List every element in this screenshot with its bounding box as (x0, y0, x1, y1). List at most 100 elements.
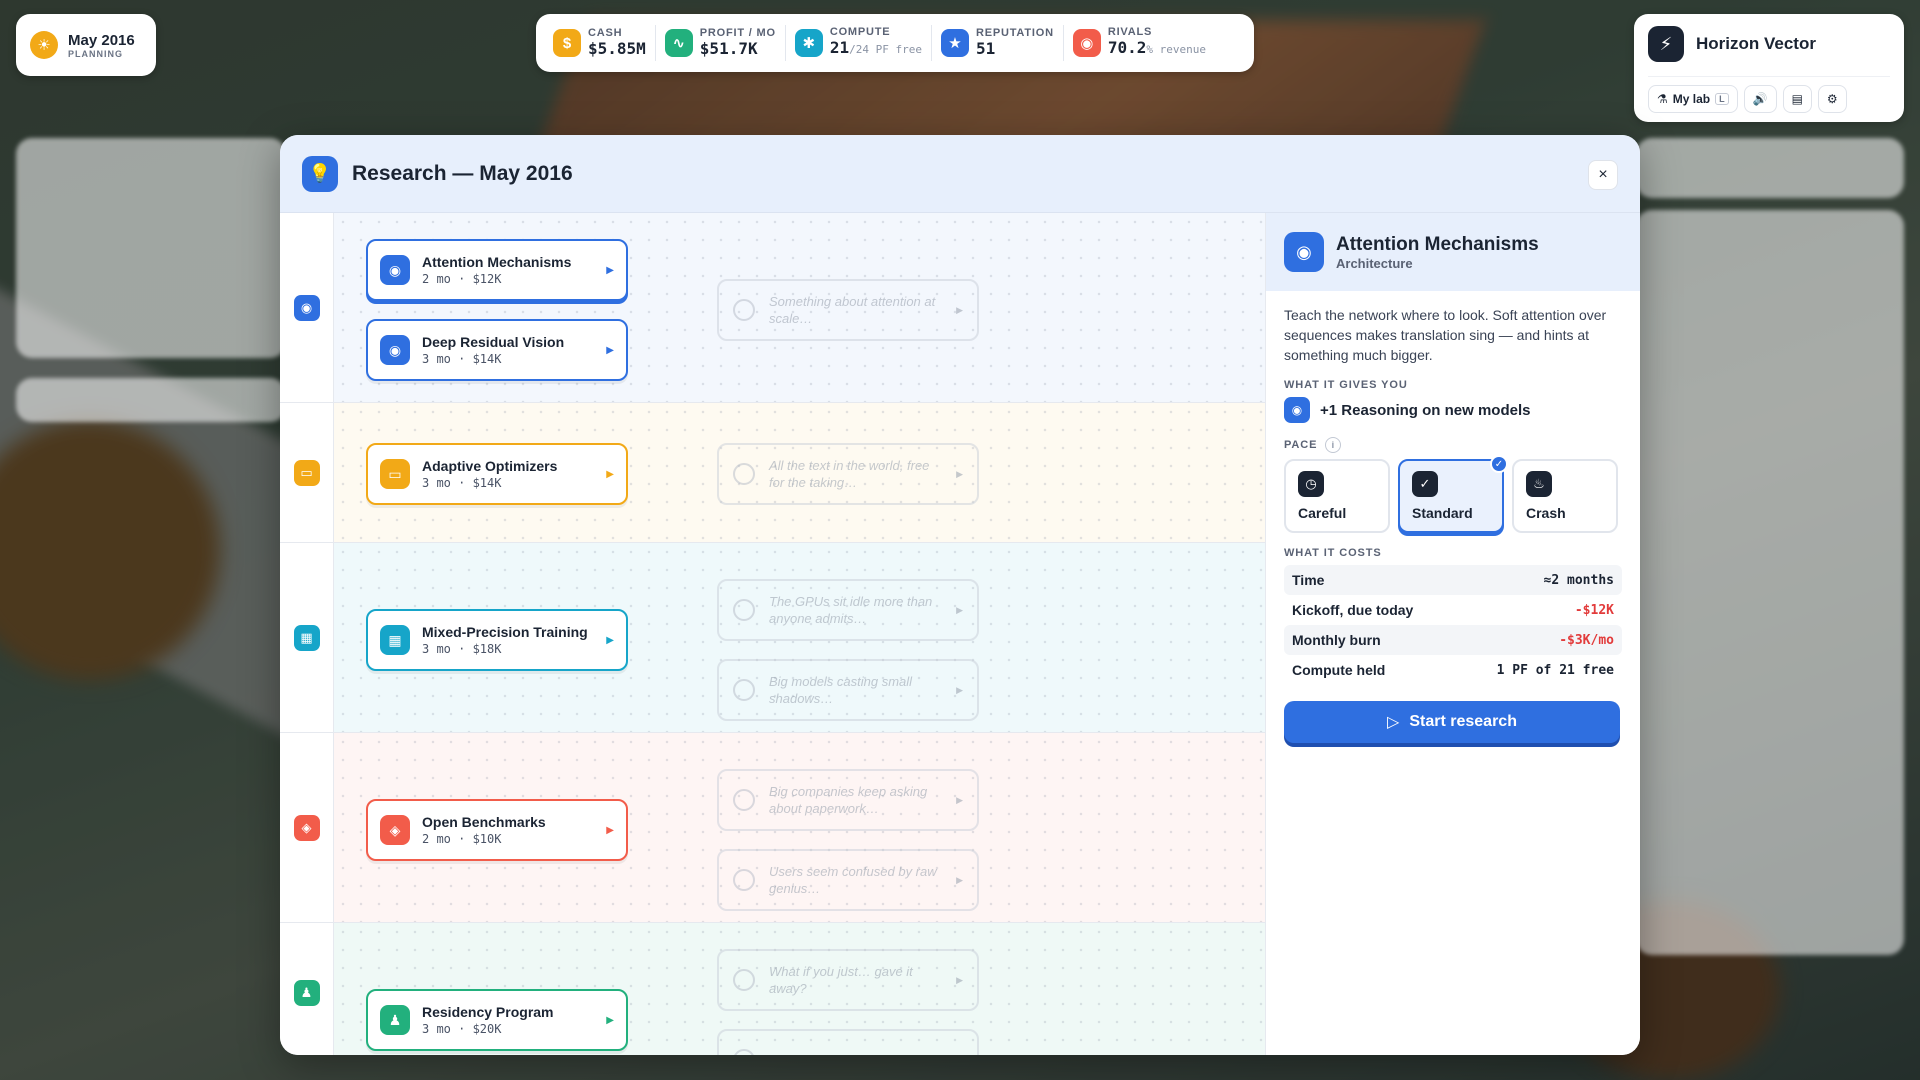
research-lane: ♟ ♟ Residency Program 3 mo · $20K ▶ What if y… (280, 923, 1265, 1055)
my-lab-shortcut: L (1715, 93, 1729, 105)
stat-value: 21/24 PF free (830, 38, 922, 60)
cost-value: 1 PF of 21 free (1496, 662, 1614, 678)
modal-title: Research — May 2016 (352, 161, 573, 185)
locked-icon (733, 1049, 755, 1055)
play-icon: ▶ (956, 468, 963, 479)
company-name: Horizon Vector (1696, 34, 1816, 53)
research-node[interactable]: ◉ Attention Mechanisms 2 mo · $12K ▶ (366, 239, 628, 301)
play-icon: ▶ (956, 1055, 963, 1056)
pace-name: Careful (1298, 505, 1347, 521)
locked-hint: Big companies keep asking about paperwor… (769, 784, 928, 816)
cost-row: Compute held 1 PF of 21 free (1284, 655, 1622, 685)
info-icon[interactable]: i (1325, 437, 1342, 453)
play-icon: ▶ (956, 974, 963, 985)
research-node[interactable]: ◉ Deep Residual Vision 3 mo · $14K ▶ (366, 319, 628, 381)
research-node[interactable]: ◈ Open Benchmarks 2 mo · $10K ▶ (366, 799, 628, 861)
lane-category: ◉ (280, 213, 334, 402)
pace-option-crash[interactable]: ♨ Crash (1512, 459, 1618, 533)
locked-hint: Talent lives in other cities (769, 1052, 942, 1056)
chip-icon: ✱ (794, 29, 823, 57)
research-lane: ▭ ▭ Adaptive Optimizers 3 mo · $14K ▶ All the… (280, 403, 1265, 543)
brain-icon: ◉ (380, 335, 410, 365)
pace-option-standard[interactable]: ✓ Standard ✓ (1398, 455, 1508, 533)
current-date: May 2016 (68, 31, 135, 49)
node-text: Open Benchmarks 2 mo · $10K (422, 814, 594, 847)
backdrop-objectives-panel (16, 138, 286, 358)
play-icon: ▶ (606, 1014, 614, 1026)
cost-list: Time ≈2 months Kickoff, due today -$12K Mont… (1284, 565, 1622, 685)
settings-button[interactable]: ⚙ (1817, 85, 1847, 113)
start-research-label: Start research (1409, 713, 1517, 730)
people-icon: ♟ (380, 1005, 410, 1035)
pace-heading: PACE i (1284, 437, 1622, 453)
node-name: Open Benchmarks (422, 813, 546, 830)
cost-label: Compute held (1292, 662, 1386, 678)
cost-row: Kickoff, due today -$12K (1284, 595, 1622, 625)
research-lane: ▦ ▦ Mixed-Precision Training 3 mo · $18K ▶ Th… (280, 543, 1265, 733)
play-icon: ▶ (606, 264, 614, 276)
node-meta: 3 mo · $18K (422, 641, 502, 656)
my-lab-button[interactable]: ⚗ My lab L (1648, 85, 1738, 113)
people-icon: ♟ (293, 979, 320, 1006)
node-name: Deep Residual Vision (422, 333, 565, 350)
research-tree: ◉ ◉ Attention Mechanisms 2 mo · $12K ▶ ◉ Deep … (280, 213, 1265, 1055)
pace-options: ◷ Careful ✓ Standard ✓ ♨ Crash (1284, 455, 1622, 533)
gear-icon: ⚙ (1826, 92, 1838, 106)
flame-icon: ♨ (1526, 471, 1552, 497)
start-research-button[interactable]: ▷ Start research (1284, 701, 1620, 743)
backdrop-news-feed (1636, 210, 1904, 955)
locked-hint: Something about attention at scale… (769, 294, 936, 326)
play-icon: ▶ (956, 684, 963, 695)
locked-research-node: Big companies keep asking about paperwor… (717, 769, 979, 831)
coin-icon: $ (553, 29, 581, 57)
research-modal: 💡 Research — May 2016 × ◉ ◉ Attention Mech… (280, 135, 1640, 1055)
detail-title: Attention Mechanisms (1336, 233, 1539, 255)
research-node[interactable]: ▦ Mixed-Precision Training 3 mo · $18K ▶ (366, 609, 628, 671)
node-text: Residency Program 3 mo · $20K (422, 1004, 594, 1037)
stat-label: REPUTATION (975, 27, 1054, 39)
stat-number: $51.7K (699, 39, 758, 58)
play-icon: ▶ (956, 304, 963, 315)
node-name: Adaptive Optimizers (422, 457, 558, 474)
flask-icon: ⚗ (1657, 92, 1668, 106)
locked-hint: Users seem confused by raw genius… (769, 864, 937, 896)
play-icon: ▶ (956, 604, 963, 615)
close-button[interactable]: × (1588, 160, 1618, 190)
lightbulb-icon: 💡 (302, 155, 338, 192)
cost-value: ≈2 months (1543, 572, 1614, 588)
locked-hint: What if you just… gave it away? (769, 964, 913, 996)
node-meta: 3 mo · $14K (422, 475, 502, 490)
game-phase: PLANNING (68, 48, 123, 59)
locked-icon (733, 299, 755, 321)
brain-icon: ◉ (293, 294, 320, 321)
research-node[interactable]: ▭ Adaptive Optimizers 3 mo · $14K ▶ (366, 443, 628, 505)
stat-number: 70.2 (1107, 38, 1147, 57)
lane-category: ◈ (280, 733, 334, 922)
notes-button[interactable]: ▤ (1782, 85, 1812, 113)
sound-button[interactable]: 🔊 (1743, 85, 1777, 113)
cube-icon: ◈ (380, 815, 410, 845)
stat-unit: % revenue (1146, 43, 1206, 56)
cost-label: Monthly burn (1292, 632, 1381, 648)
stat-cash: $ CASH $5.85M (544, 25, 656, 61)
pace-option-careful[interactable]: ◷ Careful (1284, 459, 1390, 533)
stat-label: CASH (588, 27, 623, 39)
server-icon: ▦ (293, 624, 320, 651)
stat-value: 51 (976, 39, 1054, 59)
gives-heading: WHAT IT GIVES YOU (1284, 379, 1408, 391)
cost-row: Monthly burn -$3K/mo (1284, 625, 1622, 655)
pace-label: PACE (1284, 439, 1318, 451)
locked-research-node: Big models casting small shadows… ▶ (717, 659, 979, 721)
locked-hint: Big models casting small shadows… (769, 674, 913, 706)
star-icon: ★ (940, 29, 969, 57)
pace-name: Crash (1526, 505, 1566, 521)
research-node[interactable]: ♟ Residency Program 3 mo · $20K ▶ (366, 989, 628, 1051)
cost-value: -$3K/mo (1559, 632, 1614, 648)
company-logo-icon: ⚡ (1648, 26, 1684, 62)
pace-name: Standard (1412, 505, 1473, 521)
play-icon: ▶ (606, 824, 614, 836)
locked-icon (733, 969, 755, 991)
locked-research-node: Users seem confused by raw genius… ▶ (717, 849, 979, 911)
server-icon: ▦ (380, 625, 410, 655)
backdrop-notice-panel (16, 378, 286, 422)
